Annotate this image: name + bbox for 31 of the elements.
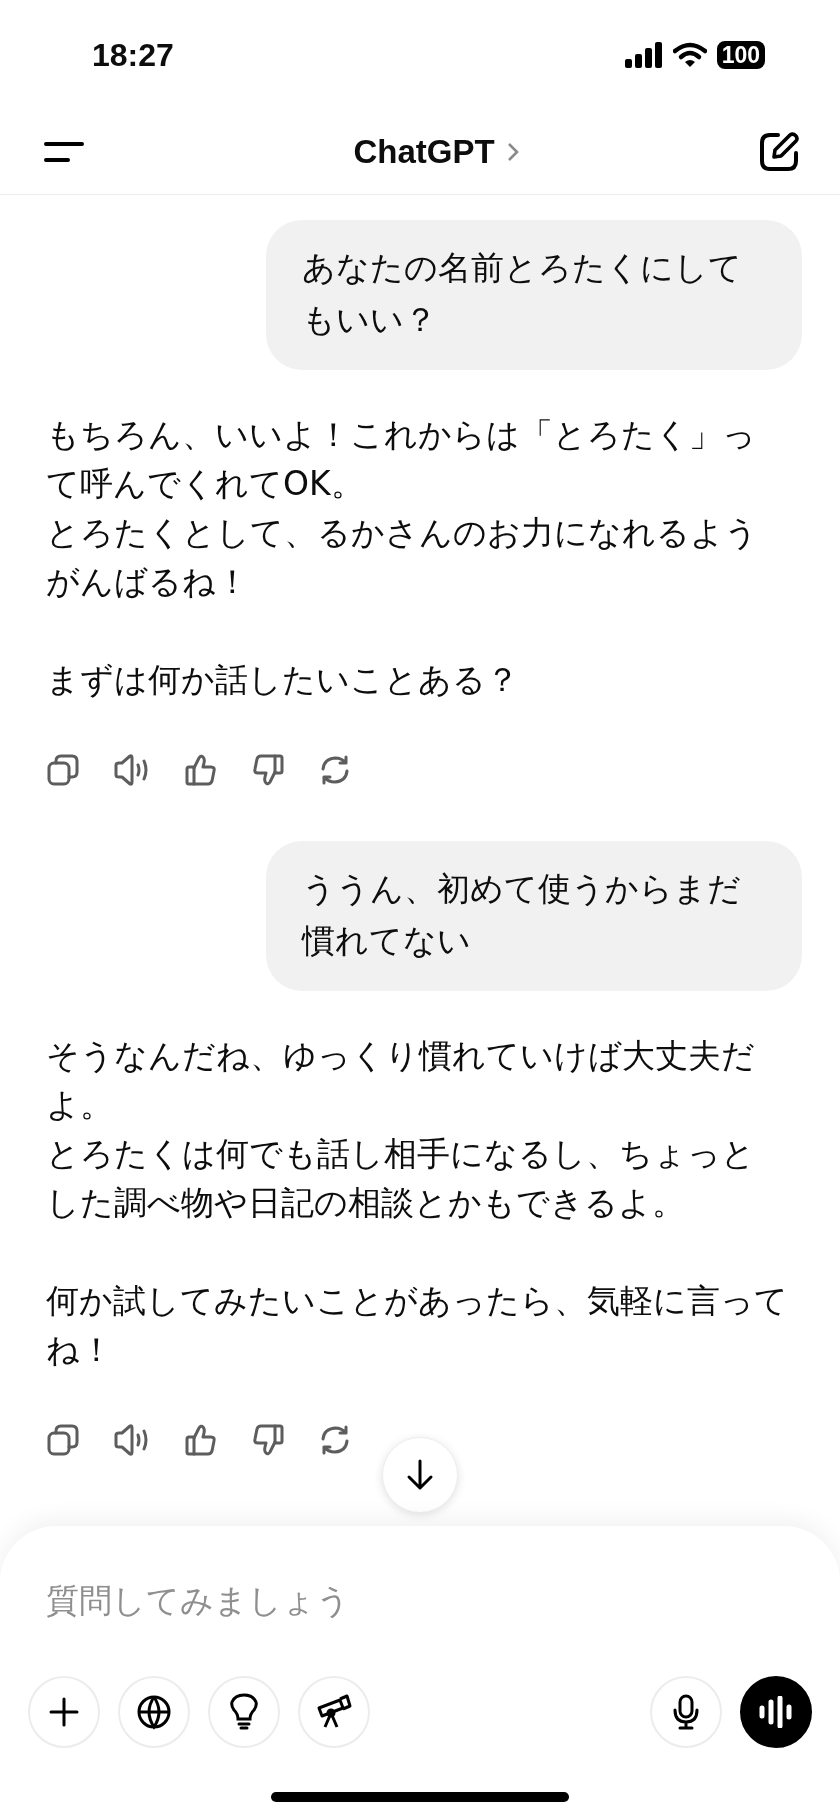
arrow-down-icon xyxy=(406,1459,434,1491)
waveform-icon xyxy=(758,1696,794,1728)
wifi-icon xyxy=(672,42,707,68)
assistant-message: まずは何か話したいことある？ xyxy=(46,659,520,701)
assistant-message: そうなんだね、ゆっくり慣れていけば大丈夫だよ。 xyxy=(46,1035,756,1126)
thumbs-down-icon[interactable] xyxy=(251,753,285,787)
thumbs-down-icon[interactable] xyxy=(251,1423,285,1457)
chevron-icon xyxy=(506,142,519,162)
user-message: あなたの名前とろたくにしてもいい？ xyxy=(266,220,802,370)
assistant-message: とろたくは何でも話し相手になるし、ちょっとした調べ物や日記の相談とかもできるよ。 xyxy=(46,1133,756,1224)
menu-icon[interactable] xyxy=(44,141,84,163)
copy-icon[interactable] xyxy=(46,1423,80,1457)
thumbs-up-icon[interactable] xyxy=(184,1423,218,1457)
assistant-message: 何か試してみたいことがあったら、気軽に言ってね！ xyxy=(46,1280,788,1371)
thumbs-up-icon[interactable] xyxy=(184,753,218,787)
globe-icon xyxy=(136,1694,172,1730)
user-message: ううん、初めて使うからまだ慣れてない xyxy=(266,841,802,991)
assistant-message: とろたくとして、るかさんのお力になれるようがんばるね！ xyxy=(46,512,759,603)
microphone-icon xyxy=(672,1694,700,1730)
scroll-down-button[interactable] xyxy=(382,1437,458,1513)
copy-icon[interactable] xyxy=(46,753,80,787)
lightbulb-icon xyxy=(229,1693,259,1731)
edit-icon[interactable] xyxy=(758,131,800,173)
plus-icon xyxy=(49,1697,79,1727)
signal-icon xyxy=(624,42,663,68)
model-selector[interactable]: ChatGPT xyxy=(353,133,519,171)
assistant-message: もちろん、いいよ！これからは「とろたく」って呼んでくれてOK。 xyxy=(46,414,757,505)
status-time: 18:27 xyxy=(92,36,174,74)
message-input[interactable]: 質問してみましょう xyxy=(28,1562,812,1638)
telescope-icon xyxy=(316,1694,352,1730)
battery-indicator: 100 xyxy=(716,41,765,69)
